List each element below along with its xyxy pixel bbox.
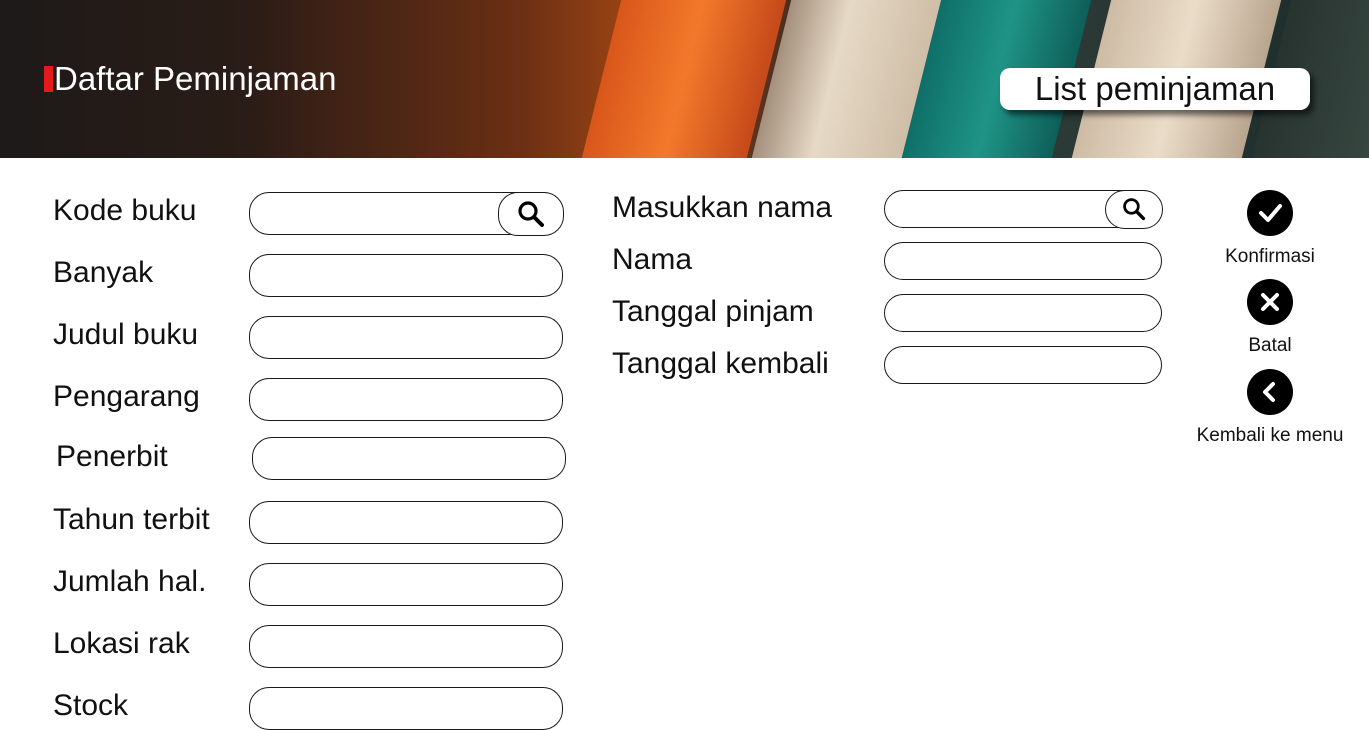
nama-field[interactable]: [884, 242, 1162, 280]
kode-buku-field[interactable]: [249, 191, 564, 236]
label-stock: Stock: [53, 689, 129, 722]
page-title: Daftar Peminjaman: [44, 60, 336, 98]
lokasi-rak-input[interactable]: [250, 626, 562, 667]
konfirmasi-label: Konfirmasi: [1225, 246, 1315, 267]
pengarang-field[interactable]: [249, 378, 563, 421]
label-nama: Nama: [612, 243, 693, 276]
header-banner: Daftar Peminjaman List peminjaman: [0, 0, 1369, 158]
tahun-terbit-input[interactable]: [250, 502, 562, 543]
tanggal-pinjam-input[interactable]: [885, 295, 1161, 331]
nama-input[interactable]: [885, 243, 1161, 279]
label-judul-buku: Judul buku: [53, 318, 199, 351]
label-tanggal-pinjam: Tanggal pinjam: [612, 295, 814, 328]
label-banyak: Banyak: [53, 256, 154, 289]
search-icon: [517, 200, 544, 227]
banyak-input[interactable]: [250, 255, 562, 296]
jumlah-hal-field[interactable]: [249, 563, 563, 606]
kembali-ke-menu-label: Kembali ke menu: [1196, 425, 1344, 446]
penerbit-field[interactable]: [252, 437, 566, 480]
list-peminjaman-button[interactable]: List peminjaman: [1000, 68, 1310, 110]
batal-button[interactable]: Batal: [1225, 279, 1315, 357]
label-tahun-terbit: Tahun terbit: [53, 503, 210, 536]
tahun-terbit-field[interactable]: [249, 501, 563, 544]
pengarang-input[interactable]: [250, 379, 562, 420]
tanggal-kembali-input[interactable]: [885, 347, 1161, 383]
label-tanggal-kembali: Tanggal kembali: [612, 347, 829, 380]
check-icon: [1247, 190, 1293, 236]
tanggal-kembali-field[interactable]: [884, 346, 1162, 384]
batal-label: Batal: [1248, 335, 1292, 356]
label-jumlah-hal: Jumlah hal.: [53, 565, 207, 598]
judul-buku-field[interactable]: [249, 316, 563, 359]
search-icon: [1122, 198, 1145, 221]
label-penerbit: Penerbit: [56, 440, 168, 473]
konfirmasi-button[interactable]: Konfirmasi: [1224, 190, 1316, 268]
stock-input[interactable]: [250, 688, 562, 729]
masukkan-nama-field[interactable]: [884, 189, 1163, 229]
jumlah-hal-input[interactable]: [250, 564, 562, 605]
lokasi-rak-field[interactable]: [249, 625, 563, 668]
penerbit-input[interactable]: [253, 438, 565, 479]
tanggal-pinjam-field[interactable]: [884, 294, 1162, 332]
label-kode-buku: Kode buku: [53, 194, 197, 227]
close-icon: [1247, 279, 1293, 325]
banyak-field[interactable]: [249, 254, 563, 297]
stock-field[interactable]: [249, 687, 563, 730]
chevron-left-icon: [1247, 369, 1293, 415]
label-pengarang: Pengarang: [53, 380, 200, 413]
label-masukkan-nama: Masukkan nama: [612, 191, 833, 224]
kembali-ke-menu-button[interactable]: Kembali ke menu: [1192, 369, 1348, 447]
search-nama-button[interactable]: [1104, 189, 1163, 229]
page-title-text: Daftar Peminjaman: [54, 60, 337, 97]
search-kode-buku-button[interactable]: [497, 191, 564, 236]
brand-mark: [44, 66, 53, 92]
judul-buku-input[interactable]: [250, 317, 562, 358]
label-lokasi-rak: Lokasi rak: [53, 627, 190, 660]
